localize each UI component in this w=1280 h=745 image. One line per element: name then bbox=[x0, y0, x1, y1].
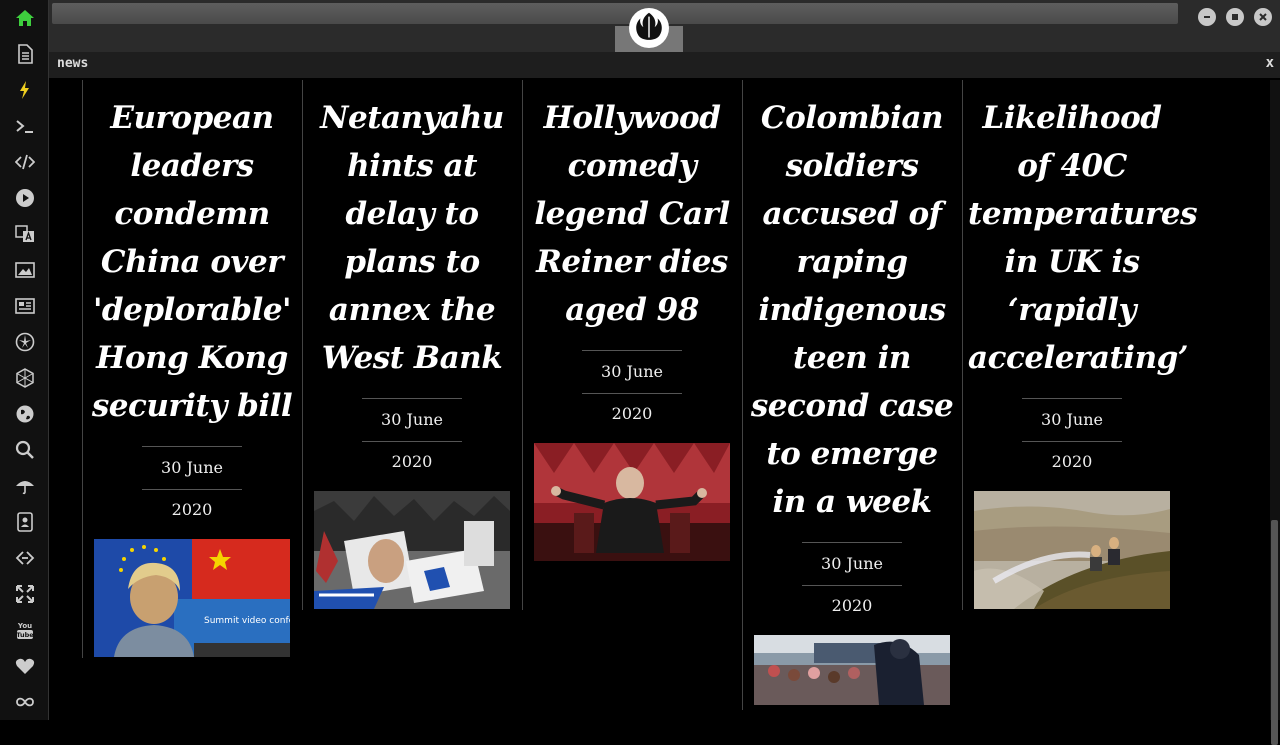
article-date: 30 June 2020 bbox=[582, 350, 682, 423]
article-date: 30 June 2020 bbox=[362, 398, 462, 471]
article-headline[interactable]: Colombian soldiers accused of raping ind… bbox=[748, 94, 956, 526]
lightning-icon[interactable] bbox=[12, 77, 38, 103]
sidebar: You Tube bbox=[0, 0, 49, 720]
terminal-icon[interactable] bbox=[12, 113, 38, 139]
column-divider bbox=[302, 80, 303, 610]
contact-icon[interactable] bbox=[12, 509, 38, 535]
infinity-icon[interactable] bbox=[12, 689, 38, 715]
address-bar[interactable] bbox=[52, 3, 1178, 24]
link-icon[interactable] bbox=[12, 545, 38, 571]
article-headline[interactable]: Hollywood comedy legend Carl Reiner dies… bbox=[528, 94, 736, 334]
vertical-scrollbar[interactable] bbox=[1270, 80, 1280, 745]
article-date: 30 June 2020 bbox=[142, 446, 242, 519]
article-date: 30 June 2020 bbox=[1022, 398, 1122, 471]
article-image[interactable] bbox=[974, 491, 1170, 609]
svg-text:You: You bbox=[17, 622, 32, 630]
play-icon[interactable] bbox=[12, 185, 38, 211]
home-icon[interactable] bbox=[12, 5, 38, 31]
search-icon[interactable] bbox=[12, 437, 38, 463]
top-bar bbox=[49, 0, 1280, 52]
scrollbar-thumb[interactable] bbox=[1271, 520, 1278, 745]
umbrella-icon[interactable] bbox=[12, 473, 38, 499]
svg-text:Summit video conferen: Summit video conferen bbox=[204, 616, 290, 626]
rebel-logo-icon[interactable] bbox=[629, 8, 669, 48]
newspaper-icon[interactable] bbox=[12, 293, 38, 319]
globe-icon[interactable] bbox=[12, 401, 38, 427]
image-icon[interactable] bbox=[12, 257, 38, 283]
expand-icon[interactable] bbox=[12, 581, 38, 607]
article-image[interactable] bbox=[314, 491, 510, 609]
article-image[interactable]: Summit video conferen bbox=[94, 539, 290, 657]
article-image[interactable] bbox=[754, 635, 950, 705]
hexagon-icon[interactable] bbox=[12, 365, 38, 391]
column-divider bbox=[522, 80, 523, 610]
article-image[interactable] bbox=[534, 443, 730, 561]
panel-title: news bbox=[57, 56, 89, 71]
minimize-button[interactable] bbox=[1198, 8, 1216, 26]
close-window-button[interactable] bbox=[1254, 8, 1272, 26]
heart-icon[interactable] bbox=[12, 653, 38, 679]
rebel-icon[interactable] bbox=[12, 329, 38, 355]
translate-icon[interactable] bbox=[12, 221, 38, 247]
svg-text:Tube: Tube bbox=[16, 631, 34, 639]
column-divider bbox=[82, 80, 83, 658]
panel-header: news x bbox=[49, 52, 1280, 78]
article-date: 30 June 2020 bbox=[802, 542, 902, 615]
code-icon[interactable] bbox=[12, 149, 38, 175]
news-feed: European leaders condemn China over 'dep… bbox=[49, 78, 1280, 720]
youtube-icon[interactable]: You Tube bbox=[12, 617, 38, 643]
article-headline[interactable]: European leaders condemn China over 'dep… bbox=[88, 94, 296, 430]
column-divider bbox=[962, 80, 963, 610]
article-headline[interactable]: Netanyahu hints at delay to plans to ann… bbox=[308, 94, 516, 382]
column-divider bbox=[742, 80, 743, 710]
maximize-button[interactable] bbox=[1226, 8, 1244, 26]
article-headline[interactable]: Likelihood of 40C temperatures in UK is … bbox=[968, 94, 1198, 382]
panel-close-button[interactable]: x bbox=[1266, 55, 1274, 71]
document-icon[interactable] bbox=[12, 41, 38, 67]
